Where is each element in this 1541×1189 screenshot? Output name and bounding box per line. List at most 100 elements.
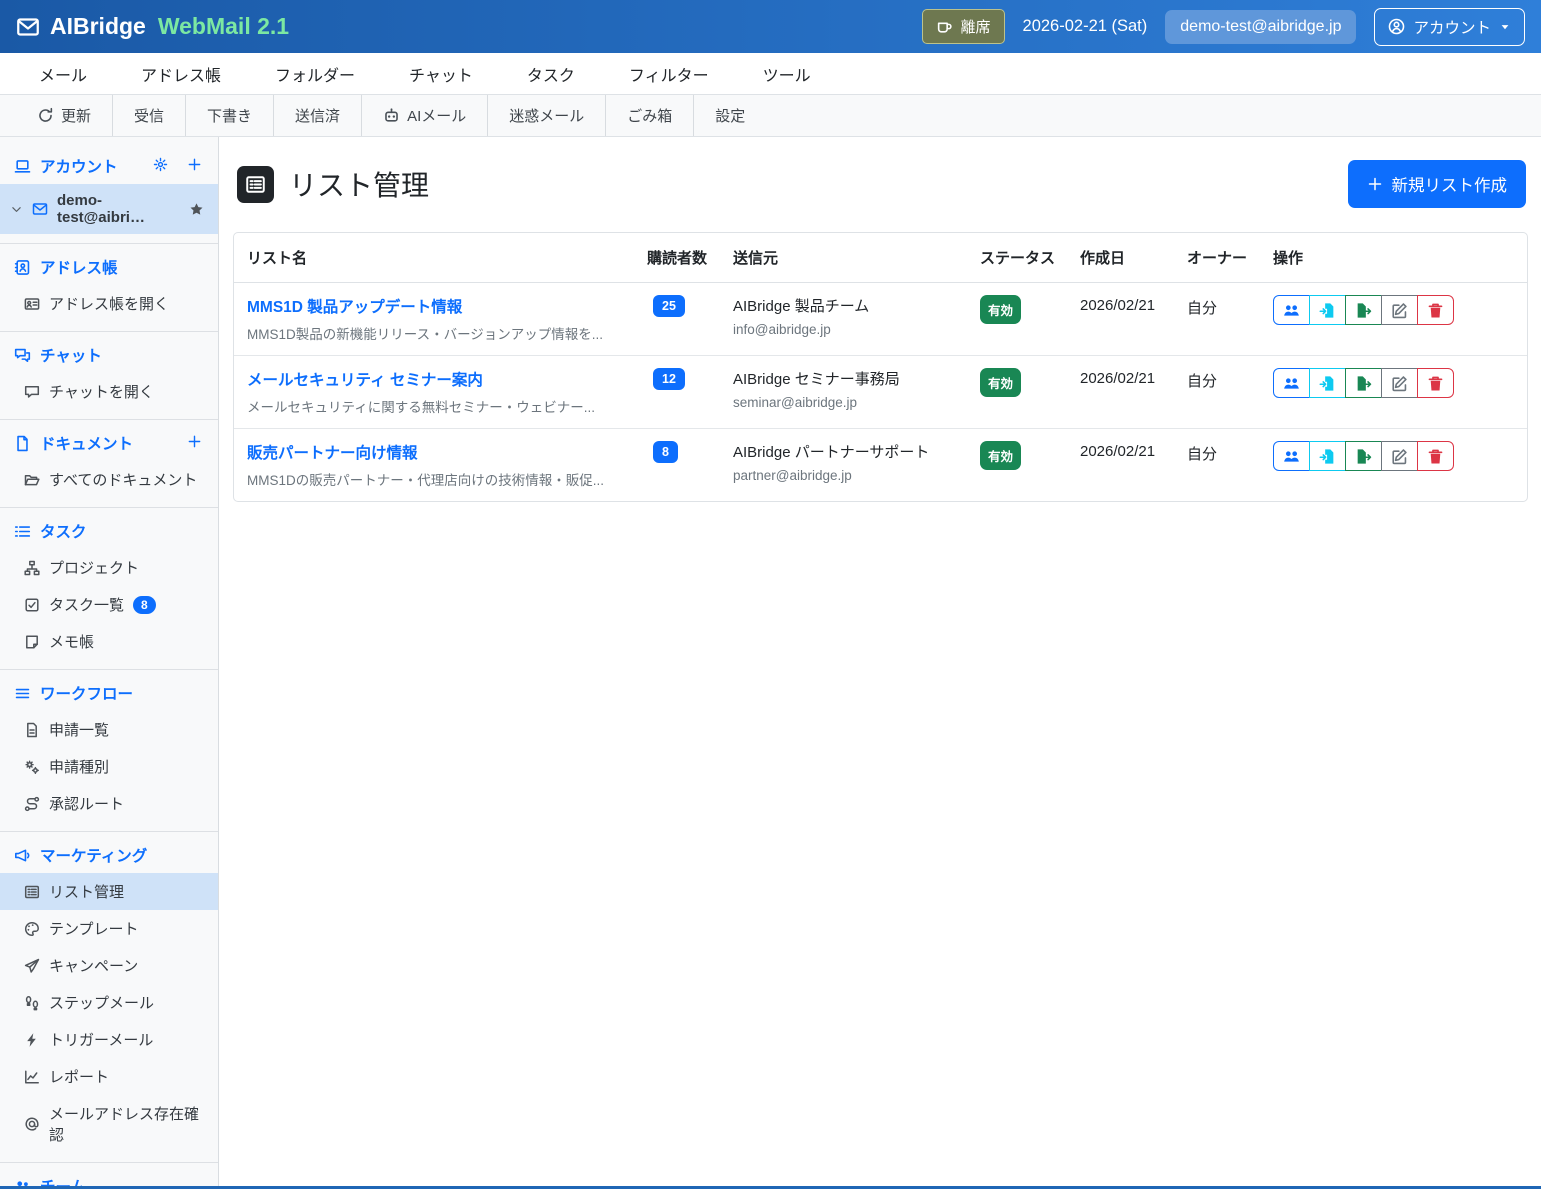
list-name-link[interactable]: 販売パートナー向け情報 (247, 441, 418, 463)
actions-cell (1273, 295, 1527, 325)
list-name-link[interactable]: MMS1D 製品アップデート情報 (247, 295, 462, 317)
note-icon (24, 634, 40, 650)
sidebar-section-title: タスク (40, 520, 87, 542)
sidebar-item-申請種別[interactable]: 申請種別 (0, 748, 218, 785)
list-name-link[interactable]: メールセキュリティ セミナー案内 (247, 368, 483, 390)
toolbar-button-更新[interactable]: 更新 (16, 95, 113, 136)
nav-tab-フォルダー[interactable]: フォルダー (261, 53, 369, 94)
subscriber-count-cell: 12 (647, 368, 733, 390)
sidebar-section-header-ワークフロー: ワークフロー (0, 675, 218, 711)
nav-tab-アドレス帳[interactable]: アドレス帳 (127, 53, 235, 94)
nav-tab-タスク[interactable]: タスク (513, 53, 589, 94)
sidebar-item-label: メールアドレス存在確認 (49, 1103, 204, 1145)
address-book-icon (14, 259, 31, 276)
table-header: リスト名購読者数送信元ステータス作成日オーナー操作 (234, 233, 1527, 283)
sidebar-item-承認ルート[interactable]: 承認ルート (0, 785, 218, 822)
sidebar-item-チャットを開く[interactable]: チャットを開く (0, 373, 218, 410)
nav-tab-チャット[interactable]: チャット (395, 53, 487, 94)
owner-cell: 自分 (1187, 368, 1273, 391)
sidebar-item-アドレス帳を開く[interactable]: アドレス帳を開く (0, 285, 218, 322)
owner-cell: 自分 (1187, 441, 1273, 464)
sidebar-item-リスト管理[interactable]: リスト管理 (0, 873, 218, 910)
sidebar-section: タスクプロジェクトタスク一覧8 メモ帳 (0, 508, 218, 670)
subscribers-action-button[interactable] (1273, 441, 1310, 471)
gear-icon (153, 157, 168, 172)
away-status-button[interactable]: 離席 (922, 9, 1005, 44)
import-action-button[interactable] (1309, 441, 1346, 471)
document-icon (14, 435, 31, 452)
account-menu-button[interactable]: アカウント (1374, 8, 1525, 46)
plus-button[interactable] (185, 432, 204, 454)
sidebar-item-テンプレート[interactable]: テンプレート (0, 910, 218, 947)
sidebar-item-メールアドレス存在確認[interactable]: メールアドレス存在確認 (0, 1095, 218, 1153)
created-date-cell: 2026/02/21 (1080, 441, 1187, 460)
edit-action-button[interactable] (1381, 441, 1418, 471)
toolbar-button-迷惑メール[interactable]: 迷惑メール (488, 95, 606, 136)
sidebar-item-レポート[interactable]: レポート (0, 1058, 218, 1095)
sidebar-item-トリガーメール[interactable]: トリガーメール (0, 1021, 218, 1058)
delete-action-button[interactable] (1417, 368, 1454, 398)
gear-button[interactable] (151, 155, 170, 177)
toolbar-button-下書き[interactable]: 下書き (186, 95, 274, 136)
toolbar-button-設定[interactable]: 設定 (694, 95, 766, 136)
sidebar-item-label: メモ帳 (49, 631, 94, 652)
export-action-button[interactable] (1345, 441, 1382, 471)
sidebar-section-title: マーケティング (40, 844, 147, 866)
toolbar-button-送信済[interactable]: 送信済 (274, 95, 362, 136)
export-action-button[interactable] (1345, 368, 1382, 398)
caret-down-icon (1499, 21, 1511, 33)
nav-tab-ツール[interactable]: ツール (749, 53, 825, 94)
import-action-button[interactable] (1309, 368, 1346, 398)
laptop-icon (14, 158, 31, 175)
created-date-cell: 2026/02/21 (1080, 295, 1187, 314)
bars-icon (14, 685, 31, 702)
content-layout: アカウントdemo-test@aibri…アドレス帳アドレス帳を開くチャットチャ… (0, 137, 1541, 1186)
brand-version: WebMail 2.1 (158, 13, 289, 40)
star-icon (189, 202, 204, 217)
import-action-button[interactable] (1309, 295, 1346, 325)
column-header-ステータス: ステータス (980, 247, 1080, 268)
nav-tab-メール[interactable]: メール (25, 53, 101, 94)
sidebar-section-header-タスク: タスク (0, 513, 218, 549)
toolbar-button-ごみ箱[interactable]: ごみ箱 (606, 95, 694, 136)
page-title: リスト管理 (289, 164, 429, 204)
delete-action-button[interactable] (1417, 441, 1454, 471)
export-action-button[interactable] (1345, 295, 1382, 325)
sidebar-section: チャットチャットを開く (0, 332, 218, 420)
sidebar-section-title: アカウント (40, 155, 118, 177)
plus-icon (187, 434, 202, 449)
at-icon (24, 1116, 40, 1132)
create-list-button[interactable]: 新規リスト作成 (1348, 160, 1527, 208)
sender-name: AIBridge パートナーサポート (733, 441, 970, 462)
subscribers-action-button[interactable] (1273, 368, 1310, 398)
plus-button[interactable] (185, 155, 204, 177)
edit-action-button[interactable] (1381, 295, 1418, 325)
list-name-cell: MMS1D 製品アップデート情報MMS1D製品の新機能リリース・バージョンアップ… (247, 295, 647, 343)
owner-cell: 自分 (1187, 295, 1273, 318)
sidebar-item-demo-test@aibri…[interactable]: demo-test@aibri… (0, 184, 218, 234)
sidebar-section: ワークフロー申請一覧申請種別承認ルート (0, 670, 218, 832)
sidebar-item-キャンペーン[interactable]: キャンペーン (0, 947, 218, 984)
sidebar-item-メモ帳[interactable]: メモ帳 (0, 623, 218, 660)
sidebar-item-プロジェクト[interactable]: プロジェクト (0, 549, 218, 586)
subscribers-action-button[interactable] (1273, 295, 1310, 325)
sidebar-item-label: レポート (49, 1066, 109, 1087)
refresh-icon (37, 107, 54, 124)
bolt-icon (24, 1032, 40, 1048)
sidebar-section-title: チーム (40, 1175, 86, 1186)
toolbar-button-受信[interactable]: 受信 (113, 95, 186, 136)
sender-email: seminar@aibridge.jp (733, 395, 970, 410)
paper-plane-icon (24, 958, 40, 974)
sidebar-section: ドキュメントすべてのドキュメント (0, 420, 218, 508)
sidebar-item-タスク一覧[interactable]: タスク一覧8 (0, 586, 218, 623)
sidebar-item-すべてのドキュメント[interactable]: すべてのドキュメント (0, 461, 218, 498)
robot-icon (383, 107, 400, 124)
edit-action-button[interactable] (1381, 368, 1418, 398)
toolbar-button-AIメール[interactable]: AIメール (362, 95, 488, 136)
delete-action-button[interactable] (1417, 295, 1454, 325)
created-date-cell: 2026/02/21 (1080, 368, 1187, 387)
sidebar-item-ステップメール[interactable]: ステップメール (0, 984, 218, 1021)
sidebar-item-申請一覧[interactable]: 申請一覧 (0, 711, 218, 748)
nav-tab-フィルター[interactable]: フィルター (615, 53, 723, 94)
sidebar-item-label: 申請一覧 (49, 719, 109, 740)
